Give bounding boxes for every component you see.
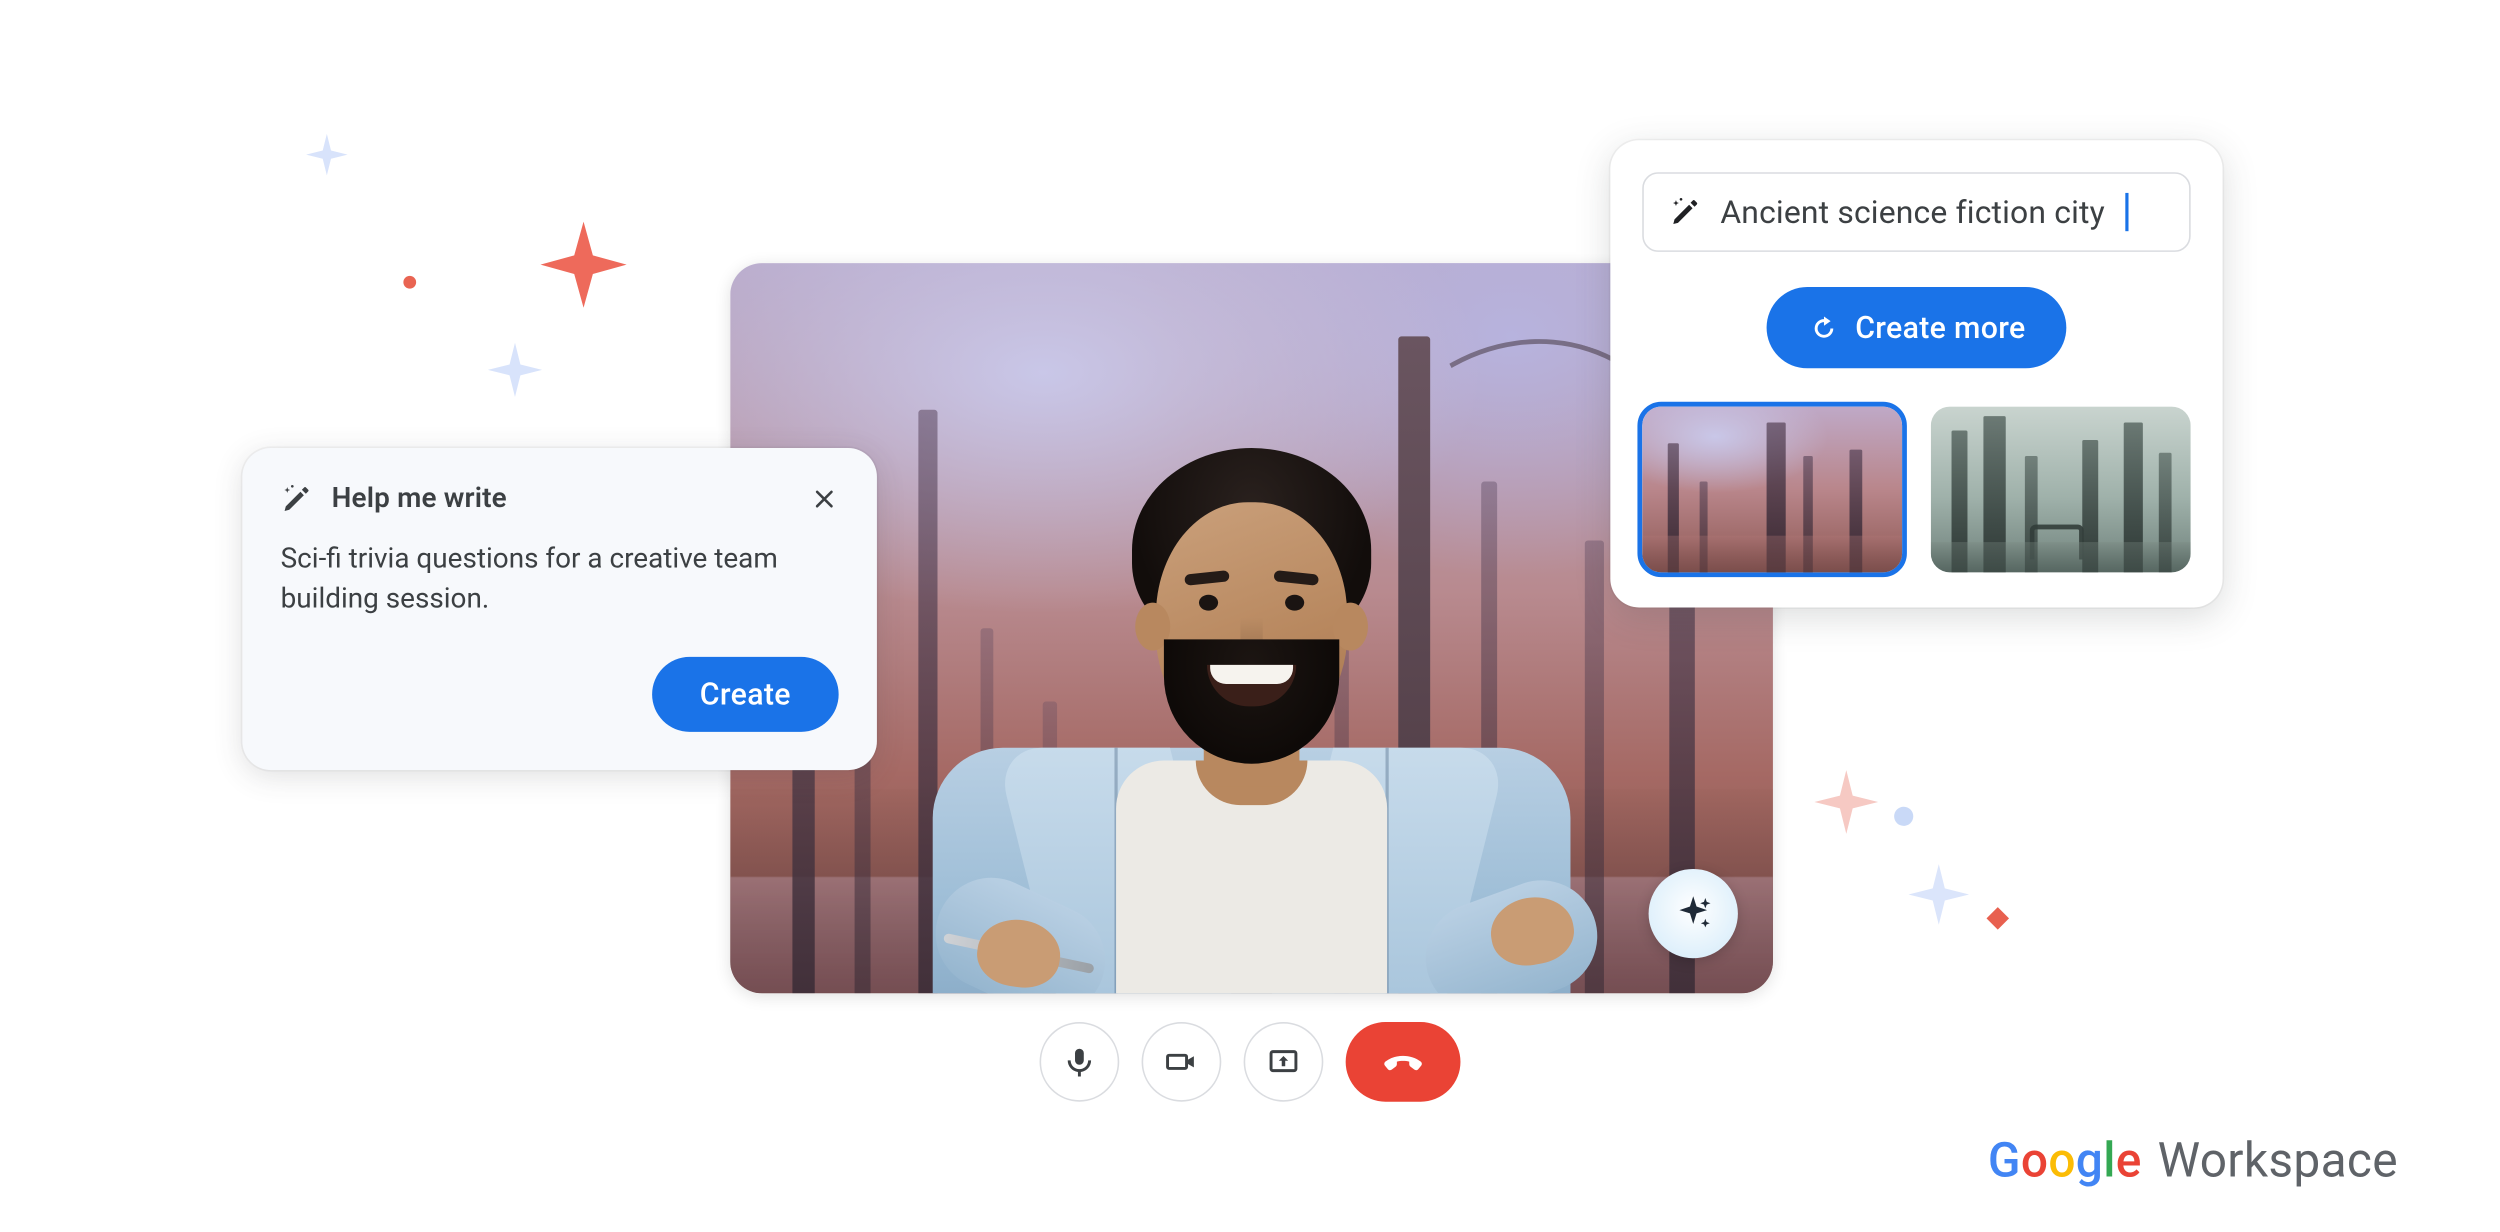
create-more-label: Create more xyxy=(1855,309,2025,346)
background-prompt-input[interactable]: Ancient science fiction city xyxy=(1642,172,2190,252)
create-button-label: Create xyxy=(700,676,791,713)
close-icon[interactable] xyxy=(810,485,839,514)
create-button[interactable]: Create xyxy=(652,656,839,731)
ai-sparkle-badge[interactable] xyxy=(1649,869,1738,958)
sparkle-icon xyxy=(1814,770,1878,834)
microphone-button[interactable] xyxy=(1040,1022,1120,1102)
help-me-write-title: Help me write xyxy=(332,483,791,515)
camera-icon xyxy=(1164,1044,1199,1079)
generate-background-card: Ancient science fiction city Create more xyxy=(1610,140,2222,607)
help-me-write-card: Help me write Sci-fi trivia questions fo… xyxy=(242,448,877,770)
present-button[interactable] xyxy=(1244,1022,1324,1102)
meet-controls xyxy=(1040,1022,1461,1102)
help-me-write-prompt: Sci-fi trivia questions for a creative t… xyxy=(281,540,839,621)
sparkle-icon xyxy=(488,343,542,397)
camera-button[interactable] xyxy=(1142,1022,1222,1102)
google-wordmark: Google xyxy=(1988,1134,2142,1190)
magic-pen-icon xyxy=(1669,196,1701,228)
end-call-button[interactable] xyxy=(1346,1022,1461,1102)
refresh-icon xyxy=(1807,312,1839,344)
sparkle-icon xyxy=(306,134,347,175)
sparkle-icon xyxy=(1908,864,1969,925)
background-option-1[interactable] xyxy=(1642,407,1902,573)
sparkle-icon xyxy=(1673,893,1714,934)
magic-pen-icon xyxy=(281,483,313,515)
text-caret xyxy=(2126,193,2129,231)
google-workspace-logo: Google Workspace xyxy=(1988,1134,2398,1190)
create-more-button[interactable]: Create more xyxy=(1766,287,2067,368)
workspace-wordmark: Workspace xyxy=(2158,1134,2398,1190)
hangup-icon xyxy=(1379,1038,1427,1086)
sparkle-icon xyxy=(540,222,626,308)
background-prompt-text: Ancient science fiction city xyxy=(1720,193,2105,231)
participant xyxy=(917,419,1587,993)
microphone-icon xyxy=(1062,1044,1097,1079)
dot-icon xyxy=(403,276,416,289)
diamond-icon xyxy=(1982,902,2014,934)
background-option-2[interactable] xyxy=(1931,407,2191,573)
present-icon xyxy=(1266,1044,1301,1079)
dot-icon xyxy=(1894,807,1913,826)
